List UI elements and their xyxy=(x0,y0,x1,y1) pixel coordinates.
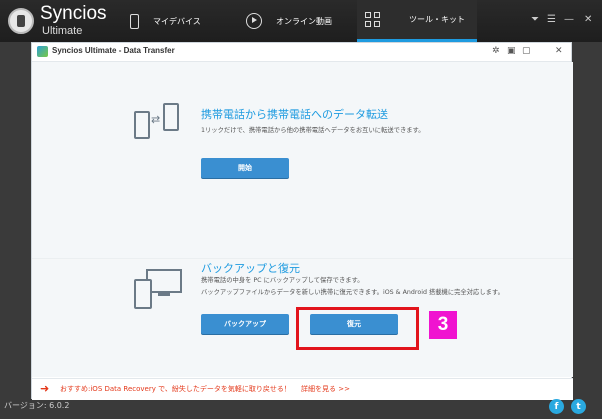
syncios-ultimate-logo-icon xyxy=(37,46,48,57)
twitter-icon[interactable]: t xyxy=(571,399,586,414)
tab-my-device[interactable]: マイデバイス xyxy=(130,0,201,42)
gear-icon[interactable]: ✲ xyxy=(492,46,500,57)
minimize-icon[interactable]: — xyxy=(564,14,574,26)
phone-to-phone-icon: ⇄ xyxy=(134,103,180,143)
save-icon[interactable]: ▣ xyxy=(507,46,516,57)
tab-online-video-label: オンライン動画 xyxy=(276,16,332,26)
backup-title: バックアップと復元 xyxy=(201,262,300,275)
promo-details-link[interactable]: 詳細を見る >> xyxy=(301,384,350,394)
play-circle-icon xyxy=(246,13,262,29)
tools-grid-icon xyxy=(365,11,381,28)
close-icon[interactable]: ✕ xyxy=(584,14,592,26)
backup-button[interactable]: バックアップ xyxy=(201,314,289,334)
backup-description-2: バックアップファイルからデータを新しい携帯に復元できます。iOS & Andro… xyxy=(201,289,504,296)
restore-button-highlight xyxy=(296,307,419,350)
version-label: バージョン: 6.0.2 xyxy=(4,401,70,410)
app-topbar: Syncios Ultimate マイデバイス オンライン動画 ツール・キット … xyxy=(0,0,602,42)
start-transfer-button[interactable]: 開始 xyxy=(201,158,289,178)
phone-icon xyxy=(130,13,139,29)
tab-toolkit[interactable]: ツール・キット xyxy=(357,0,477,42)
window-icon[interactable]: ▢ xyxy=(522,46,531,57)
app-edition: Ultimate xyxy=(42,25,83,37)
dialog-title: Syncios Ultimate - Data Transfer xyxy=(52,46,175,55)
backup-description-1: 携帯電話の中身を PC にバックアップして保存できます。 xyxy=(201,277,364,284)
tab-toolkit-label: ツール・キット xyxy=(409,15,465,24)
transfer-description: 1リックだけで、携帯電話から他の携帯電話へデータをお互いに転送できます。 xyxy=(201,127,425,134)
app-name: Syncios xyxy=(40,3,107,24)
phone-transfer-section: ⇄ 携帯電話から携帯電話へのデータ転送 1リックだけで、携帯電話から他の携帯電話… xyxy=(32,62,573,259)
promo-bar: ➜ おすすめ:iOS Data Recovery で、紛失したデータを気軽に取り… xyxy=(32,378,573,400)
backup-to-pc-icon xyxy=(134,269,184,313)
settings-menu-icon[interactable]: ☰ xyxy=(547,14,556,26)
dialog-header: Syncios Ultimate - Data Transfer ✲ ▣ ▢ ✕ xyxy=(32,43,571,62)
step-number-badge: 3 xyxy=(429,311,457,339)
tab-online-video[interactable]: オンライン動画 xyxy=(246,0,332,42)
tab-my-device-label: マイデバイス xyxy=(153,16,201,26)
transfer-title: 携帯電話から携帯電話へのデータ転送 xyxy=(201,108,388,121)
syncios-logo-icon xyxy=(8,8,34,34)
dialog-close-icon[interactable]: ✕ xyxy=(555,46,563,57)
facebook-icon[interactable]: f xyxy=(549,399,564,414)
dropdown-menu-icon[interactable]: ⏷ xyxy=(531,14,539,26)
promo-text: おすすめ:iOS Data Recovery で、紛失したデータを気軽に取り戻せ… xyxy=(60,385,291,393)
promo-arrow-icon: ➜ xyxy=(40,382,50,395)
